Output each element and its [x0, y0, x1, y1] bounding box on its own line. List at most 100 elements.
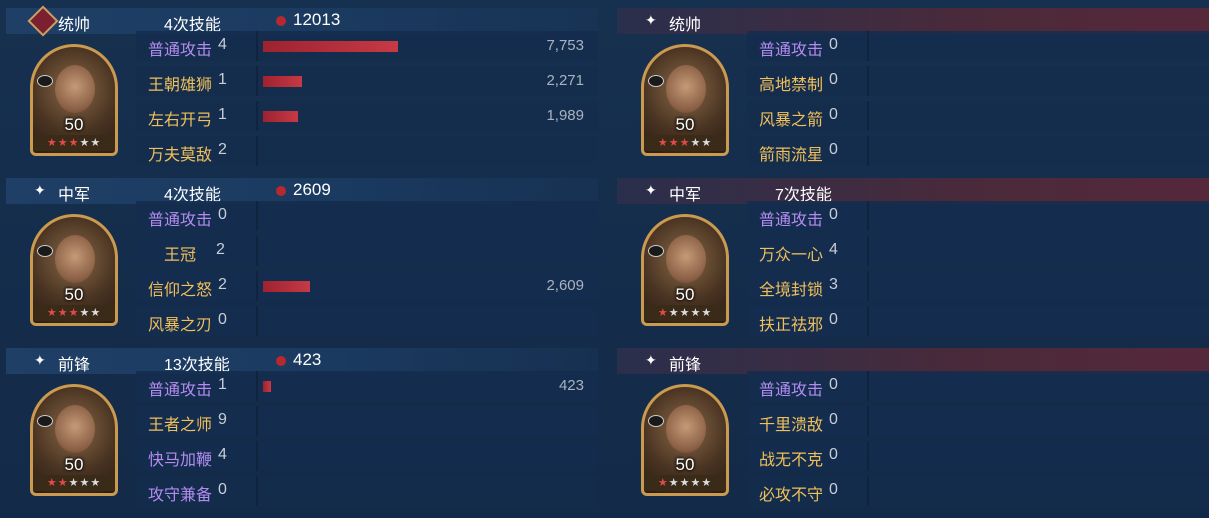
skill-damage-value: 1,989: [546, 107, 584, 124]
white-star-icon: ★: [79, 477, 91, 489]
red-star-icon: ★: [668, 137, 680, 149]
skill-level: 2: [218, 276, 227, 293]
left-section-0: 统帅 4次技能 12013 50 ★★★★★ 普通攻击 4 7,753 王朝雄狮 1 2,271 左右…: [6, 5, 598, 178]
commander-badge-icon: [27, 5, 59, 37]
skill-divider: [256, 306, 258, 336]
skill-divider: [867, 236, 869, 266]
skill-name: 万夫莫敌: [148, 147, 213, 164]
skill-name: 普通攻击: [759, 212, 824, 229]
skill-level: 1: [218, 71, 227, 88]
right-section-0: ✦ 统帅 50 ★★★★★ 普通攻击 0 高地禁制 0 风暴之箭 0 箭雨流星 0: [617, 8, 1209, 178]
skill-level: 0: [829, 481, 838, 498]
skill-divider: [256, 441, 258, 471]
skill-divider: [867, 101, 869, 131]
red-star-icon: ★: [57, 137, 69, 149]
skill-damage-bar: [263, 111, 298, 122]
white-star-icon: ★: [68, 477, 80, 489]
white-star-icon: ★: [701, 477, 713, 489]
skill-row: 风暴之箭 0: [747, 100, 1209, 132]
skill-name: 左右开弓: [148, 112, 213, 129]
skill-row: 普通攻击 0: [747, 370, 1209, 402]
hero-face: [55, 235, 95, 283]
skill-name: 风暴之箭: [759, 112, 824, 129]
skill-row: 王冠 2: [136, 235, 598, 267]
hero-face: [666, 405, 706, 453]
white-star-icon: ★: [701, 137, 713, 149]
skill-row: 普通攻击 0: [747, 200, 1209, 232]
hero-level: 50: [675, 285, 695, 304]
hero-stars: ★★★★★: [644, 475, 726, 491]
skill-divider: [256, 31, 258, 61]
skill-divider: [256, 236, 258, 266]
skill-divider: [867, 406, 869, 436]
skill-level: 4: [218, 446, 227, 463]
left-hero-portrait[interactable]: 50 ★★★★★: [30, 44, 118, 156]
white-star-icon: ★: [690, 477, 702, 489]
skill-name: 风暴之刃: [148, 317, 213, 334]
right-hero-portrait[interactable]: 50 ★★★★★: [641, 44, 729, 156]
white-star-icon: ★: [90, 137, 102, 149]
skill-level: 0: [829, 71, 838, 88]
skill-divider: [867, 441, 869, 471]
skill-level: 9: [218, 411, 227, 428]
skill-name: 万众一心: [759, 247, 824, 264]
skill-row: 风暴之刃 0: [136, 305, 598, 337]
right-section-1: ✦ 中军 7次技能 50 ★★★★★ 普通攻击 0 万众一心 4 全境封锁 3 扶正祛邪 0: [617, 178, 1209, 348]
skill-level: 0: [829, 311, 838, 328]
sparkle-icon: ✦: [34, 352, 46, 368]
sparkle-icon: ✦: [645, 12, 657, 28]
skill-damage-bar: [263, 41, 398, 52]
skill-level: 0: [218, 206, 227, 223]
skill-level: 0: [829, 206, 838, 223]
red-star-icon: ★: [68, 137, 80, 149]
skill-row: 万夫莫敌 2: [136, 135, 598, 167]
skill-level: 0: [829, 411, 838, 428]
left-section-2: ✦ 前锋 13次技能 423 50 ★★★★★ 普通攻击 1 423 王者之师 9 快马加鞭 4 攻守兼备…: [6, 348, 598, 518]
skill-row: 箭雨流星 0: [747, 135, 1209, 167]
left-hero-portrait[interactable]: 50 ★★★★★: [30, 214, 118, 326]
white-star-icon: ★: [668, 307, 680, 319]
white-star-icon: ★: [690, 307, 702, 319]
left-hero-portrait[interactable]: 50 ★★★★★: [30, 384, 118, 496]
hero-stars: ★★★★★: [644, 135, 726, 151]
hero-stars: ★★★★★: [644, 305, 726, 321]
skill-level: 3: [829, 276, 838, 293]
hero-face: [55, 65, 95, 113]
skill-row: 普通攻击 0: [136, 200, 598, 232]
skill-level: 0: [829, 141, 838, 158]
total-damage: 2609: [293, 180, 331, 199]
skill-divider: [256, 66, 258, 96]
role-label: 统帅: [669, 17, 702, 34]
skill-row: 普通攻击 4 7,753: [136, 30, 598, 62]
skill-divider: [256, 101, 258, 131]
hero-stars: ★★★★★: [33, 135, 115, 151]
skill-damage-bar: [263, 76, 302, 87]
red-star-icon: ★: [46, 137, 58, 149]
skill-name: 战无不克: [759, 452, 824, 469]
right-hero-portrait[interactable]: 50 ★★★★★: [641, 384, 729, 496]
red-star-icon: ★: [46, 477, 58, 489]
damage-dot-icon: [276, 16, 286, 26]
sparkle-icon: ✦: [645, 182, 657, 198]
skill-name: 王者之师: [148, 417, 213, 434]
skill-level: 0: [829, 36, 838, 53]
sparkle-icon: ✦: [34, 182, 46, 198]
white-star-icon: ★: [668, 477, 680, 489]
skill-divider: [256, 476, 258, 506]
white-star-icon: ★: [79, 137, 91, 149]
skill-name: 高地禁制: [759, 77, 824, 94]
troop-type-icon: [37, 75, 53, 87]
skill-name: 王冠: [164, 247, 197, 264]
right-hero-portrait[interactable]: 50 ★★★★★: [641, 214, 729, 326]
skill-damage-value: 423: [558, 377, 584, 394]
red-star-icon: ★: [657, 137, 669, 149]
troop-type-icon: [37, 415, 53, 427]
skill-damage-value: 2,609: [546, 277, 584, 294]
red-star-icon: ★: [679, 137, 691, 149]
skill-divider: [867, 31, 869, 61]
skill-divider: [256, 136, 258, 166]
skill-level: 2: [216, 241, 225, 258]
skill-row: 普通攻击 0: [747, 30, 1209, 62]
skill-divider: [867, 371, 869, 401]
right-section-2: ✦ 前锋 50 ★★★★★ 普通攻击 0 千里溃敌 0 战无不克 0 必攻不守 0: [617, 348, 1209, 518]
